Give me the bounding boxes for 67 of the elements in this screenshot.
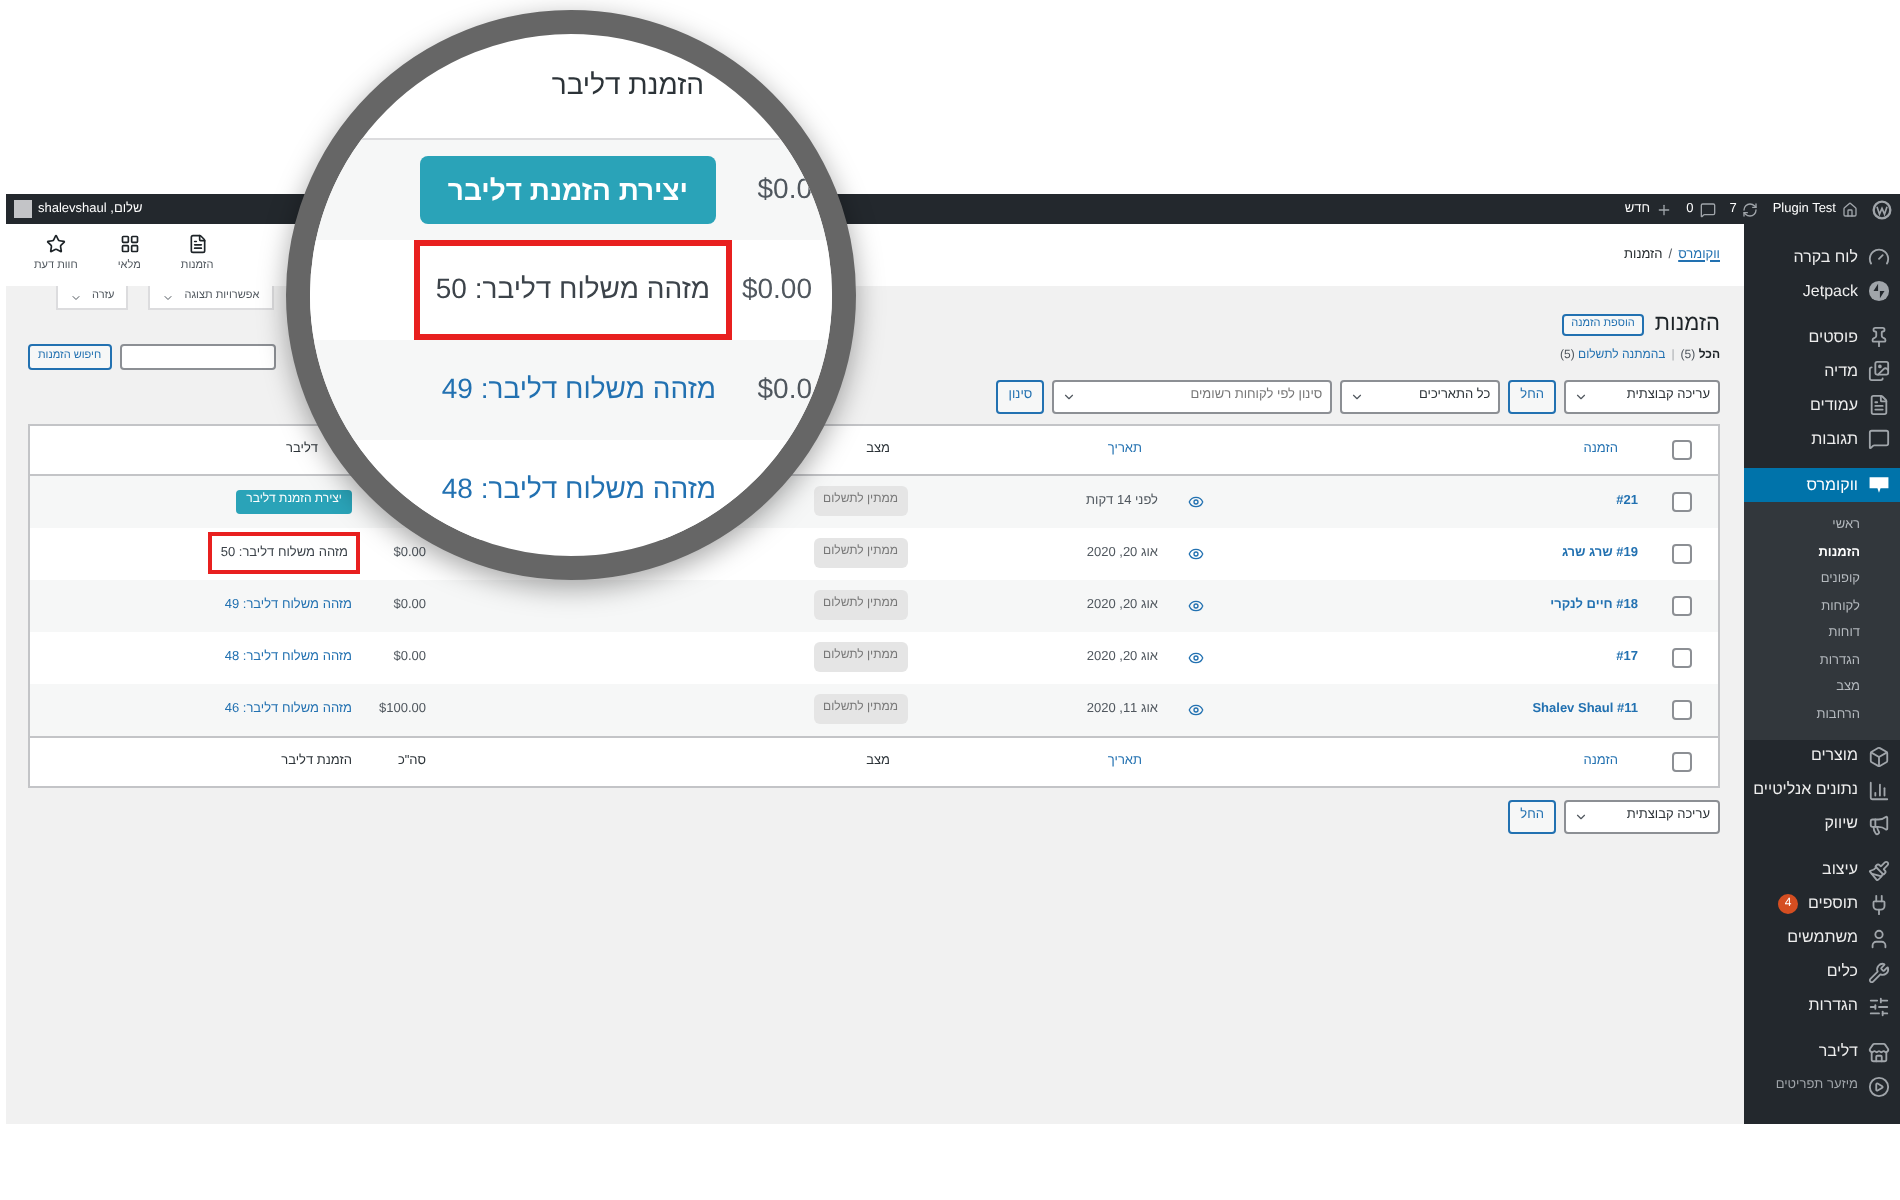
shipment-link[interactable]: מזהה משלוח דליבר: 48 xyxy=(441,472,716,504)
sliders-icon xyxy=(1868,995,1890,1018)
wrench-icon xyxy=(1868,961,1890,984)
images-icon xyxy=(1868,360,1890,382)
shipment-link[interactable]: מזהה משלוח דליבר: 49 xyxy=(441,372,716,404)
sidebar-item[interactable]: שיווק xyxy=(1744,807,1900,842)
caret-icon xyxy=(70,291,82,303)
magnified-total: $0.00 xyxy=(741,272,812,304)
logo-icon xyxy=(1872,199,1892,219)
star-icon xyxy=(45,234,66,255)
collapse-icon xyxy=(1868,1075,1890,1098)
row-checkbox[interactable] xyxy=(1672,647,1692,667)
plug-icon xyxy=(1868,893,1890,916)
sidebar-item[interactable]: משתמשים xyxy=(1744,921,1900,956)
caret-icon xyxy=(1574,809,1588,823)
sidebar-item[interactable]: כלים xyxy=(1744,955,1900,990)
eye-icon[interactable] xyxy=(1188,649,1204,665)
chat-bubble-icon xyxy=(1868,474,1890,496)
document-icon xyxy=(187,234,208,255)
page-icon xyxy=(1868,394,1890,416)
sidebar-item[interactable]: דליבר xyxy=(1744,1035,1900,1070)
store-icon xyxy=(1868,1041,1890,1064)
row-checkbox[interactable] xyxy=(1672,595,1692,615)
row-checkbox[interactable] xyxy=(1672,751,1692,771)
box-icon xyxy=(1868,745,1890,768)
plus-icon[interactable] xyxy=(1656,201,1673,217)
caret-icon xyxy=(1350,389,1365,403)
sidebar-item[interactable]: נתונים אנליטיים xyxy=(1744,773,1900,808)
bar-chart-icon xyxy=(1868,779,1890,802)
sidebar-item[interactable]: ווקומרס xyxy=(1744,468,1900,502)
brush-icon xyxy=(1868,859,1890,882)
megaphone-icon xyxy=(1868,813,1890,836)
sidebar-item[interactable]: Jetpack xyxy=(1744,274,1900,308)
row-checkbox[interactable] xyxy=(1672,699,1692,719)
comment-icon[interactable] xyxy=(1699,201,1716,217)
home-icon[interactable] xyxy=(1842,201,1858,217)
eye-icon[interactable] xyxy=(1188,493,1204,509)
sidebar-item[interactable]: עמודים xyxy=(1744,388,1900,422)
eye-icon[interactable] xyxy=(1188,597,1204,613)
row-checkbox[interactable] xyxy=(1672,543,1692,563)
eye-icon[interactable] xyxy=(1188,701,1204,717)
sidebar-item[interactable]: מוצרים xyxy=(1744,739,1900,774)
sidebar-item[interactable]: פוסטים xyxy=(1744,320,1900,354)
caret-icon xyxy=(162,291,175,303)
row-checkbox[interactable] xyxy=(1672,491,1692,511)
row-checkbox[interactable] xyxy=(1672,439,1692,459)
sidebar-item[interactable]: תגובות xyxy=(1744,422,1900,456)
pin-icon xyxy=(1868,326,1890,348)
page-title: הזמנות xyxy=(1654,310,1720,340)
magnified-column-header: הזמנת דליבר xyxy=(551,66,704,104)
caret-icon xyxy=(1062,389,1077,403)
gauge-icon xyxy=(1868,246,1890,268)
grid-icon xyxy=(119,234,140,255)
caret-icon xyxy=(1574,389,1588,403)
sidebar-item[interactable]: עיצוב xyxy=(1744,853,1900,888)
comment-icon xyxy=(1868,428,1890,450)
eye-icon[interactable] xyxy=(1188,545,1204,561)
updates-icon[interactable] xyxy=(1742,201,1759,217)
sidebar-item[interactable]: לוח בקרה xyxy=(1744,240,1900,274)
circle-icon xyxy=(1868,280,1890,302)
shipment-id: מזהה משלוח דליבר: 50 xyxy=(435,272,710,304)
user-icon xyxy=(1868,927,1890,950)
avatar xyxy=(14,200,32,218)
sidebar-item[interactable]: מדיה xyxy=(1744,354,1900,388)
search-field[interactable] xyxy=(119,343,276,369)
sidebar-item[interactable]: הגדרות xyxy=(1744,989,1900,1024)
magnified-total: $0.0 xyxy=(757,372,812,404)
